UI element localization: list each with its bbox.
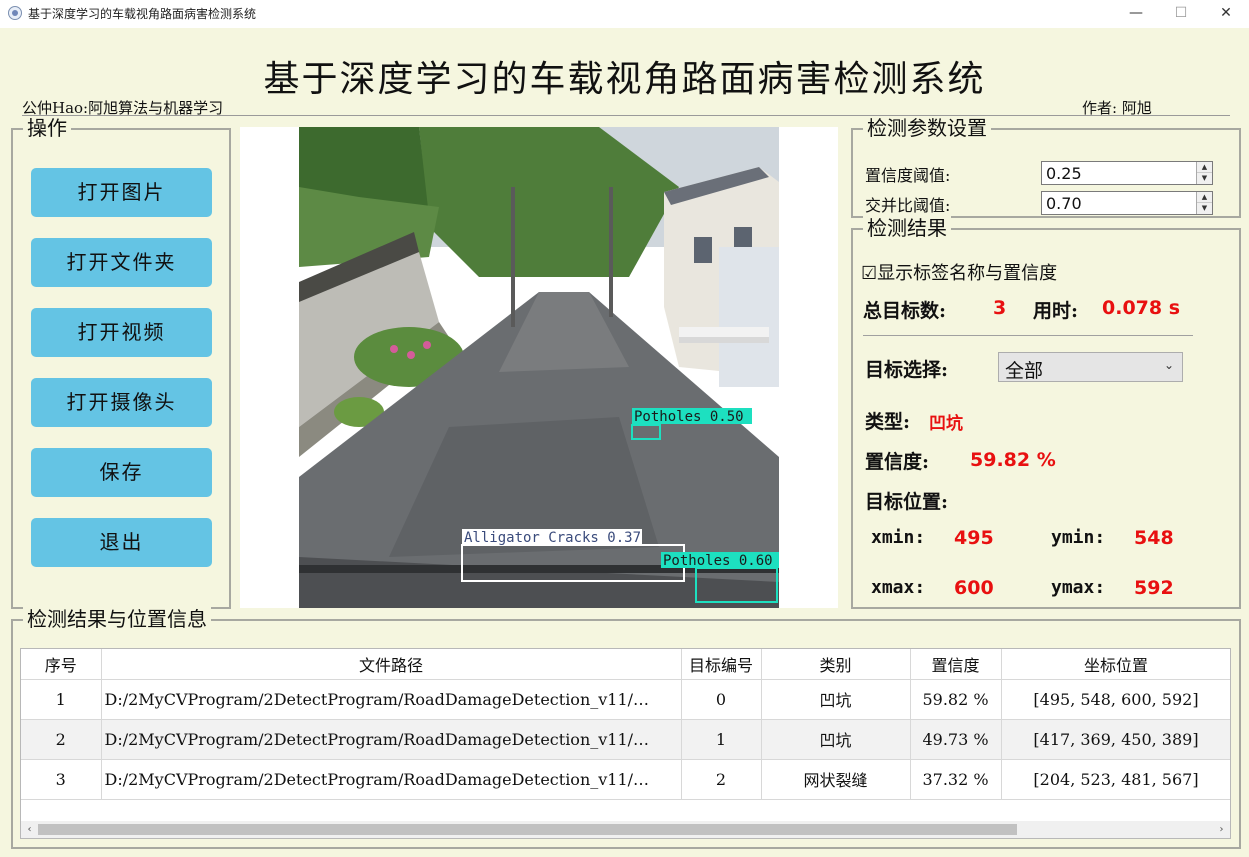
column-header-index[interactable]: 序号 [21, 649, 102, 680]
page-title: 基于深度学习的车载视角路面病害检测系统 [263, 59, 986, 100]
xmin-value: 495 [954, 527, 994, 549]
cell-confidence[interactable]: 37.32 % [910, 759, 1002, 800]
operations-group: 操作 打开图片 打开文件夹 打开视频 打开摄像头 保存 退出 [11, 116, 231, 609]
iou-threshold-label: 交并比阈值: [865, 196, 951, 215]
cell-category[interactable]: 网状裂缝 [761, 759, 911, 800]
cell-index[interactable]: 1 [21, 679, 102, 720]
cell-category[interactable]: 凹坑 [761, 679, 911, 720]
detection-label-pothole-1: Potholes 0.50 [634, 409, 744, 425]
table-row[interactable]: 2 D:/2MyCVProgram/2DetectProgram/RoadDam… [21, 719, 1230, 760]
spin-up-icon[interactable]: ▲ [1197, 192, 1212, 203]
target-type-value: 凹坑 [929, 414, 963, 434]
open-folder-button[interactable]: 打开文件夹 [31, 238, 212, 287]
horizontal-scrollbar[interactable]: ‹ › [21, 821, 1230, 838]
cell-index[interactable]: 2 [21, 719, 102, 760]
cell-coordinates[interactable]: [417, 369, 450, 389] [1001, 719, 1230, 760]
close-icon[interactable]: ✕ [1203, 0, 1249, 28]
confidence-threshold-spinbox[interactable]: 0.25 ▲ ▼ [1041, 161, 1213, 185]
header-divider [22, 115, 1230, 116]
open-video-button[interactable]: 打开视频 [31, 308, 212, 357]
xmax-value: 600 [954, 577, 994, 599]
results-divider [863, 335, 1193, 336]
column-header-category[interactable]: 类别 [761, 649, 911, 680]
image-display: Potholes 0.50 Alligator Cracks 0.37 Poth… [240, 127, 838, 608]
chevron-down-icon[interactable]: ⌄ [1164, 358, 1174, 372]
target-confidence-value: 59.82 % [970, 449, 1056, 471]
column-header-target-id[interactable]: 目标编号 [681, 649, 762, 680]
cell-target-id[interactable]: 1 [681, 719, 762, 760]
cell-file-path[interactable]: D:/2MyCVProgram/2DetectProgram/RoadDamag… [101, 719, 682, 760]
total-targets-label: 总目标数: [863, 300, 947, 322]
detection-results-group: 检测结果 ☑显示标签名称与置信度 总目标数: 3 用时: 0.078 s 目标选… [851, 216, 1241, 609]
cell-confidence[interactable]: 49.73 % [910, 719, 1002, 760]
detection-label-pothole-2: Potholes 0.60 [663, 553, 773, 569]
save-button[interactable]: 保存 [31, 448, 212, 497]
scroll-left-icon[interactable]: ‹ [21, 821, 38, 838]
cell-confidence[interactable]: 59.82 % [910, 679, 1002, 720]
confidence-threshold-value[interactable]: 0.25 [1046, 164, 1082, 183]
target-select-label: 目标选择: [865, 359, 949, 381]
target-select-dropdown[interactable]: 全部 ⌄ [998, 352, 1183, 382]
iou-spin-arrows[interactable]: ▲ ▼ [1196, 192, 1212, 214]
detection-label-crack: Alligator Cracks 0.37 [464, 530, 641, 546]
column-header-coordinates[interactable]: 坐标位置 [1001, 649, 1230, 680]
spin-down-icon[interactable]: ▼ [1197, 203, 1212, 214]
target-position-label: 目标位置: [865, 491, 949, 513]
open-camera-button[interactable]: 打开摄像头 [31, 378, 212, 427]
exit-button[interactable]: 退出 [31, 518, 212, 567]
target-type-label: 类型: [865, 411, 911, 433]
road-image: Potholes 0.50 Alligator Cracks 0.37 Poth… [299, 127, 779, 608]
scroll-right-icon[interactable]: › [1213, 821, 1230, 838]
cell-coordinates[interactable]: [204, 523, 481, 567] [1001, 759, 1230, 800]
column-header-file-path[interactable]: 文件路径 [101, 649, 682, 680]
ymax-value: 592 [1134, 577, 1174, 599]
param-settings-group: 检测参数设置 置信度阈值: 0.25 ▲ ▼ 交并比阈值: 0.70 ▲ ▼ [851, 116, 1241, 218]
spin-up-icon[interactable]: ▲ [1197, 162, 1212, 173]
window-title: 基于深度学习的车载视角路面病害检测系统 [28, 7, 257, 21]
param-settings-legend: 检测参数设置 [863, 116, 991, 140]
target-confidence-label: 置信度: [865, 451, 930, 473]
elapsed-time-value: 0.078 s [1102, 297, 1181, 319]
results-table[interactable]: 序号 文件路径 目标编号 类别 置信度 坐标位置 1 D:/2MyCVProgr… [20, 648, 1231, 839]
cell-target-id[interactable]: 0 [681, 679, 762, 720]
table-header-row: 序号 文件路径 目标编号 类别 置信度 坐标位置 [21, 649, 1230, 680]
cell-file-path[interactable]: D:/2MyCVProgram/2DetectProgram/RoadDamag… [101, 679, 682, 720]
cell-coordinates[interactable]: [495, 548, 600, 592] [1001, 679, 1230, 720]
column-header-confidence[interactable]: 置信度 [910, 649, 1002, 680]
confidence-spin-arrows[interactable]: ▲ ▼ [1196, 162, 1212, 184]
confidence-threshold-label: 置信度阈值: [865, 166, 951, 185]
iou-threshold-value[interactable]: 0.70 [1046, 194, 1082, 213]
show-labels-checkbox[interactable]: ☑显示标签名称与置信度 [861, 259, 1057, 285]
xmax-label: xmax: [871, 577, 926, 598]
ymin-value: 548 [1134, 527, 1174, 549]
maximize-icon[interactable]: ☐ [1158, 0, 1204, 28]
iou-threshold-spinbox[interactable]: 0.70 ▲ ▼ [1041, 191, 1213, 215]
ymax-label: ymax: [1051, 577, 1106, 598]
ymin-label: ymin: [1051, 527, 1106, 548]
xmin-label: xmin: [871, 527, 926, 548]
table-row[interactable]: 1 D:/2MyCVProgram/2DetectProgram/RoadDam… [21, 679, 1230, 720]
cell-category[interactable]: 凹坑 [761, 719, 911, 760]
results-table-legend: 检测结果与位置信息 [23, 607, 211, 631]
window-titlebar: 基于深度学习的车载视角路面病害检测系统 — ☐ ✕ [0, 0, 1249, 28]
total-targets-value: 3 [993, 297, 1007, 319]
operations-legend: 操作 [23, 116, 71, 140]
cell-file-path[interactable]: D:/2MyCVProgram/2DetectProgram/RoadDamag… [101, 759, 682, 800]
cell-index[interactable]: 3 [21, 759, 102, 800]
detection-results-legend: 检测结果 [863, 216, 951, 240]
table-row[interactable]: 3 D:/2MyCVProgram/2DetectProgram/RoadDam… [21, 759, 1230, 800]
cell-target-id[interactable]: 2 [681, 759, 762, 800]
scrollbar-thumb[interactable] [38, 824, 1017, 835]
spin-down-icon[interactable]: ▼ [1197, 173, 1212, 184]
target-select-value[interactable]: 全部 [1005, 356, 1043, 383]
open-image-button[interactable]: 打开图片 [31, 168, 212, 217]
elapsed-time-label: 用时: [1033, 300, 1079, 322]
minimize-icon[interactable]: — [1113, 0, 1159, 28]
app-icon [8, 6, 22, 20]
